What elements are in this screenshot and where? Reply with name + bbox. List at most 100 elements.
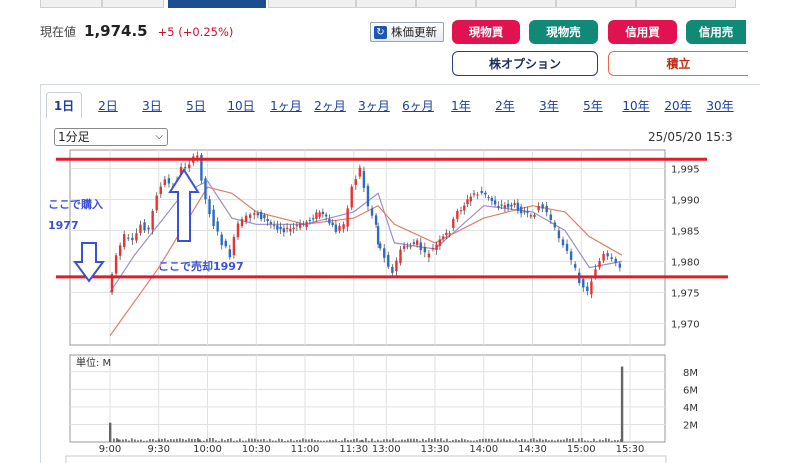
- volume-bar: [227, 439, 229, 442]
- volume-bar: [530, 438, 532, 442]
- candle-body: [456, 210, 459, 219]
- volume-bar: [602, 440, 604, 442]
- volume-bar: [236, 440, 238, 442]
- candle-body: [537, 206, 540, 211]
- candle-body: [236, 223, 240, 238]
- candle-body: [232, 237, 236, 256]
- volume-bar: [287, 440, 289, 442]
- candle-body: [438, 239, 442, 246]
- volume-bar: [560, 439, 562, 442]
- candle-body: [321, 211, 325, 215]
- candle-body: [342, 224, 345, 229]
- candle-body: [147, 227, 150, 230]
- volume-bar: [587, 440, 589, 442]
- volume-bar: [302, 438, 304, 442]
- time-tick-label: 11:00: [291, 444, 320, 455]
- candle-body: [311, 218, 315, 220]
- volume-bar: [524, 439, 526, 442]
- volume-bar: [341, 440, 343, 442]
- volume-bar: [554, 440, 556, 442]
- candle-body: [569, 251, 573, 260]
- candle-body: [308, 219, 312, 221]
- candle-body: [188, 164, 191, 169]
- candle-body: [459, 210, 463, 212]
- volume-bar: [377, 439, 379, 442]
- volume-bar: [146, 440, 148, 442]
- candle-body: [131, 237, 134, 241]
- volume-bar: [455, 439, 457, 442]
- volume-bar: [260, 439, 262, 442]
- candle-body: [248, 214, 252, 218]
- candle-body: [315, 212, 318, 219]
- candle-body: [493, 200, 497, 205]
- candle-body: [427, 253, 431, 258]
- buy-price-annotation: 1977: [48, 219, 79, 232]
- volume-bar: [497, 438, 499, 442]
- volume-bar: [122, 439, 124, 442]
- candle-body: [387, 254, 390, 267]
- volume-bar: [545, 439, 547, 442]
- volume-bar: [464, 439, 466, 442]
- volume-bar: [383, 439, 385, 442]
- volume-bar: [578, 438, 580, 442]
- candle-body: [163, 179, 167, 185]
- volume-bar: [284, 440, 286, 442]
- volume-bar: [239, 438, 241, 442]
- candle-body: [228, 249, 232, 258]
- volume-bar: [347, 439, 349, 442]
- candle-body: [441, 236, 445, 239]
- volume-bar: [584, 440, 586, 442]
- volume-bar: [461, 438, 463, 442]
- candle-body: [435, 244, 438, 250]
- volume-bar: [446, 438, 448, 442]
- candle-body: [374, 215, 378, 225]
- volume-y-axis: 8M 6M 4M 2M: [683, 368, 698, 432]
- candle-body: [529, 215, 533, 217]
- time-tick-label: 13:00: [372, 444, 401, 455]
- volume-bar: [338, 440, 340, 442]
- volume-bar: [431, 439, 433, 442]
- candle-body: [135, 233, 138, 241]
- volume-bar: [434, 438, 436, 442]
- volume-bar: [191, 438, 193, 442]
- time-tick-label: 11:30: [339, 444, 368, 455]
- volume-bar: [335, 439, 337, 442]
- candle-body: [533, 214, 536, 217]
- volume-bar: [395, 440, 397, 442]
- candle-body: [318, 212, 321, 217]
- volume-bar: [233, 440, 235, 442]
- candle-body: [452, 219, 455, 228]
- candle-body: [253, 213, 256, 215]
- candle-body: [139, 224, 142, 234]
- volume-bar: [215, 440, 217, 442]
- candle-body: [151, 211, 154, 230]
- volume-bar: [221, 438, 223, 442]
- volume-bar: [275, 440, 277, 442]
- volume-bar: [360, 439, 364, 442]
- volume-bar: [242, 440, 244, 442]
- candle-body: [582, 279, 585, 288]
- candle-body: [412, 242, 416, 245]
- volume-bar: [320, 440, 322, 442]
- volume-bar: [476, 440, 478, 442]
- volume-bar: [278, 438, 280, 442]
- candle-body: [354, 179, 357, 185]
- volume-bar: [290, 439, 292, 442]
- candle-body: [602, 253, 605, 261]
- volume-bar: [257, 439, 259, 442]
- candle-body: [298, 223, 302, 228]
- candle-body: [610, 257, 613, 260]
- volume-bar: [488, 438, 490, 442]
- time-tick-label: 9:00: [99, 444, 121, 455]
- volume-bar: [212, 438, 214, 442]
- candle-body: [561, 239, 565, 246]
- volume-bar: [515, 438, 517, 442]
- candle-body: [503, 205, 507, 208]
- candle-body: [272, 225, 276, 227]
- candle-body: [463, 205, 466, 211]
- volume-bar: [245, 440, 247, 442]
- candle-body: [549, 214, 552, 221]
- candle-body: [285, 227, 289, 229]
- candle-body: [409, 246, 412, 248]
- candle-body: [276, 225, 279, 230]
